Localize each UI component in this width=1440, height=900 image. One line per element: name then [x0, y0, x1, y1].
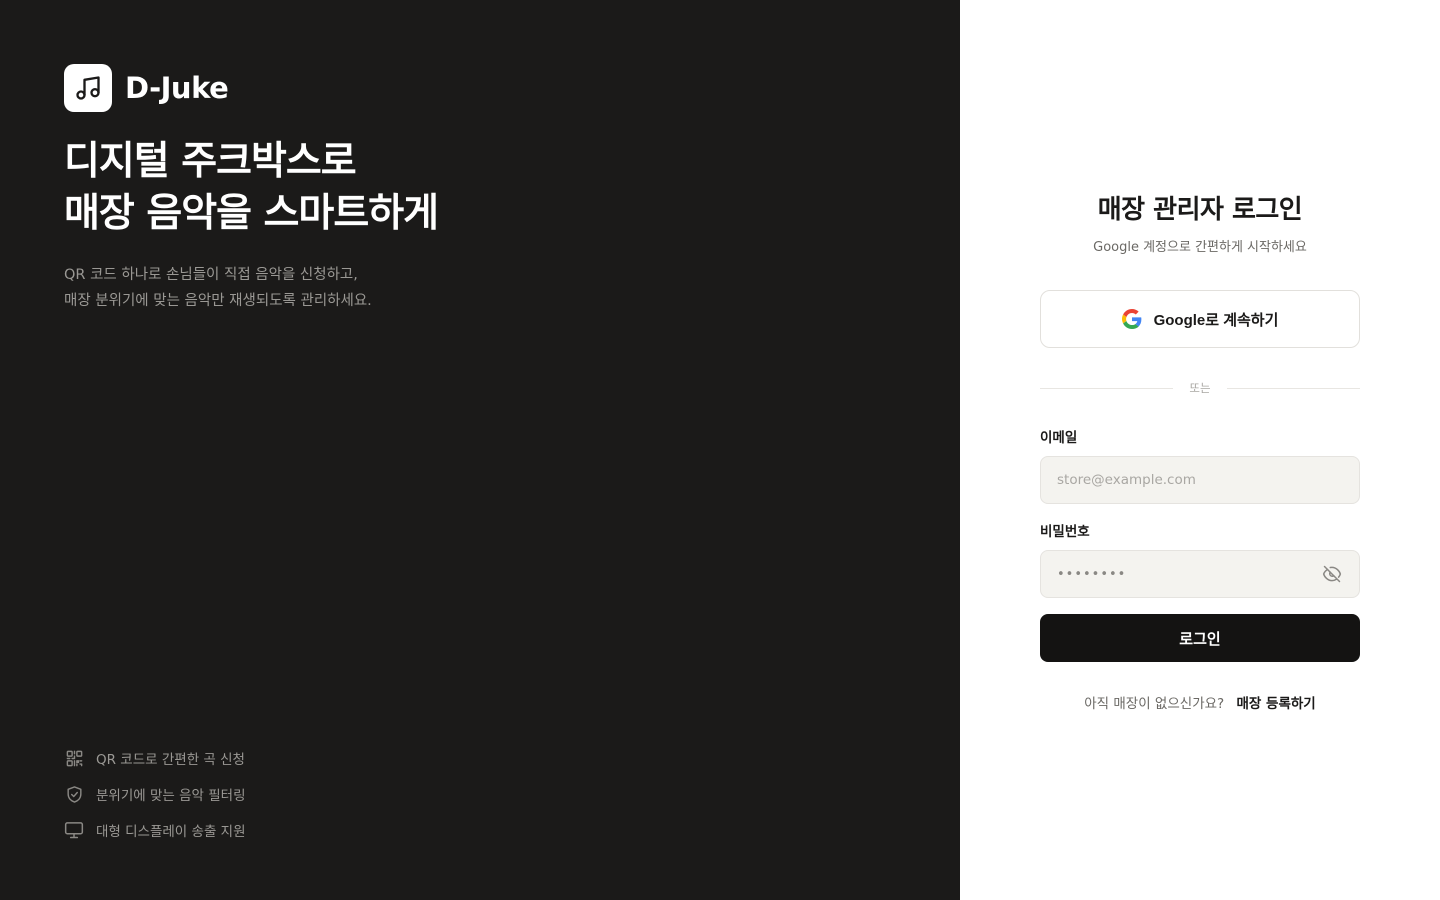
- brand[interactable]: D-Juke: [64, 64, 229, 112]
- email-field-wrapper: [1040, 456, 1360, 504]
- divider-line: [1226, 387, 1361, 389]
- email-label: 이메일: [1040, 430, 1078, 446]
- feature-item-display: 대형 디스플레이 송출 지원: [64, 812, 246, 848]
- signup-link[interactable]: 매장 등록하기: [1237, 696, 1316, 712]
- google-icon: [1121, 309, 1142, 329]
- login-subtitle: Google 계정으로 간편하게 시작하세요: [1093, 240, 1307, 255]
- email-field[interactable]: [1057, 472, 1343, 488]
- hero-headline: 디지털 주크박스로 매장 음악을 스마트하게: [64, 136, 864, 240]
- password-field[interactable]: ••••••••: [1040, 550, 1360, 598]
- hero-headline-line-2: 매장 음악을 스마트하게: [64, 191, 439, 236]
- hero-description-line-1: QR 코드 하나로 손님들이 직접 음악을 신청하고,: [64, 267, 358, 283]
- feature-item-qr: QR 코드로 간편한 곡 신청: [64, 740, 246, 776]
- divider-text: 또는: [1189, 381, 1211, 395]
- hero-panel: D-Juke 디지털 주크박스로 매장 음악을 스마트하게 QR 코드 하나로 …: [0, 0, 960, 900]
- divider-line: [1040, 387, 1174, 389]
- signup-prompt: 아직 매장이 없으신가요? 매장 등록하기: [1040, 694, 1360, 714]
- music-note-icon: [64, 64, 112, 112]
- feature-list: QR 코드로 간편한 곡 신청 분위기에 맞는 음악 필터링 대형 디스플레이 …: [64, 740, 246, 848]
- login-button[interactable]: 로그인: [1040, 614, 1360, 662]
- hero-headline-line-1: 디지털 주크박스로: [64, 139, 357, 184]
- qr-code-icon: [64, 748, 84, 768]
- feature-label: 대형 디스플레이 송출 지원: [96, 824, 246, 840]
- password-label: 비밀번호: [1040, 524, 1090, 540]
- or-divider: 또는: [1040, 378, 1361, 398]
- password-value: ••••••••: [1057, 566, 1127, 582]
- google-login-label: Google로 계속하기: [1153, 311, 1279, 329]
- feature-label: QR 코드로 간편한 곡 신청: [96, 752, 245, 768]
- brand-name: D-Juke: [125, 71, 229, 105]
- google-login-button[interactable]: Google로 계속하기: [1040, 290, 1360, 348]
- signup-question: 아직 매장이 없으신가요?: [1084, 696, 1225, 712]
- eye-off-icon[interactable]: [1321, 563, 1343, 585]
- hero-description: QR 코드 하나로 손님들이 직접 음악을 신청하고, 매장 분위기에 맞는 음…: [64, 262, 764, 314]
- monitor-icon: [64, 820, 84, 840]
- feature-label: 분위기에 맞는 음악 필터링: [96, 788, 246, 804]
- login-card: 매장 관리자 로그인 Google 계정으로 간편하게 시작하세요 Google…: [1040, 190, 1361, 714]
- hero-description-line-2: 매장 분위기에 맞는 음악만 재생되도록 관리하세요.: [64, 293, 372, 309]
- login-panel: 매장 관리자 로그인 Google 계정으로 간편하게 시작하세요 Google…: [960, 0, 1440, 900]
- login-title: 매장 관리자 로그인: [1097, 195, 1303, 225]
- feature-item-filter: 분위기에 맞는 음악 필터링: [64, 776, 246, 812]
- shield-check-icon: [64, 784, 84, 804]
